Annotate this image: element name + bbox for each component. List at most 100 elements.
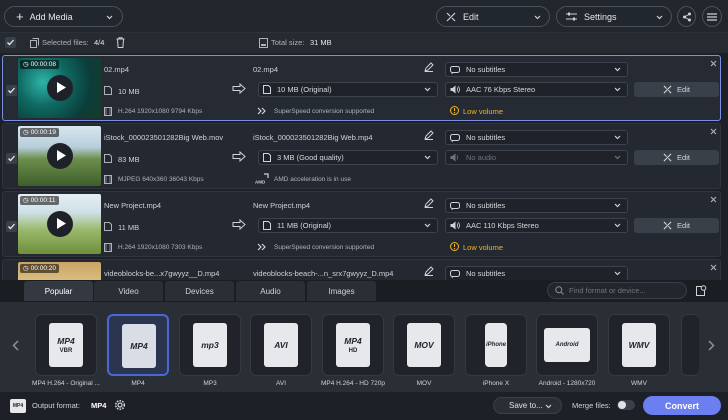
gear-icon[interactable] bbox=[114, 399, 126, 411]
convert-arrow-icon bbox=[232, 83, 246, 94]
tab-images[interactable]: Images bbox=[307, 281, 376, 301]
file-checkbox[interactable] bbox=[6, 85, 17, 96]
file-list: ◷ 00:00:08 02.mp4 10 MB H.264 1920x1080 9… bbox=[0, 53, 728, 280]
subtitles-dropdown[interactable]: No subtitles bbox=[445, 198, 628, 213]
chevron-down-icon bbox=[614, 271, 621, 276]
file-checkbox[interactable] bbox=[6, 153, 17, 164]
output-size-dropdown[interactable]: 11 MB (Original) bbox=[258, 218, 438, 233]
format-tile[interactable]: WMV bbox=[608, 314, 670, 376]
save-to-button[interactable]: Save to... bbox=[493, 397, 562, 414]
toggle-knob bbox=[618, 401, 626, 409]
share-button[interactable] bbox=[677, 6, 696, 27]
rename-pencil-icon[interactable] bbox=[424, 198, 434, 208]
add-media-button[interactable]: + Add Media bbox=[4, 6, 123, 27]
svg-text:AMD: AMD bbox=[255, 180, 266, 185]
settings-menu-label: Settings bbox=[584, 11, 617, 22]
checkmark-icon bbox=[8, 223, 15, 230]
output-file-name[interactable]: iStock_000023501282Big Web.mp4 bbox=[253, 133, 373, 142]
source-codec-info: H.264 1920x1080 9794 Kbps bbox=[118, 108, 203, 115]
audio-dropdown[interactable]: No audio bbox=[445, 150, 628, 165]
file-checkbox[interactable] bbox=[6, 221, 17, 232]
edit-file-button[interactable]: Edit bbox=[634, 82, 719, 97]
format-tile[interactable]: iPhone bbox=[465, 314, 527, 376]
convert-button[interactable]: Convert bbox=[643, 396, 721, 415]
rename-pencil-icon[interactable] bbox=[424, 62, 434, 72]
output-file-name[interactable]: 02.mp4 bbox=[253, 65, 278, 74]
format-tile[interactable]: MOV bbox=[393, 314, 455, 376]
checkmark-icon bbox=[7, 39, 14, 46]
clock-icon: ◷ bbox=[23, 265, 29, 272]
subtitles-dropdown[interactable]: No subtitles bbox=[445, 266, 628, 280]
output-file-name[interactable]: videoblocks-beach-...n_srx7gwyyz_D.mp4 bbox=[253, 269, 393, 278]
file-icon bbox=[263, 221, 271, 230]
format-tile[interactable]: MP4 bbox=[107, 314, 169, 376]
close-icon[interactable] bbox=[710, 128, 717, 135]
disk-icon bbox=[259, 38, 268, 48]
warning-icon bbox=[450, 106, 459, 115]
output-size-dropdown[interactable]: 10 MB (Original) bbox=[258, 82, 438, 97]
menu-button[interactable] bbox=[702, 6, 722, 27]
play-button[interactable] bbox=[47, 143, 73, 169]
checkmark-icon bbox=[8, 87, 15, 94]
video-thumbnail[interactable]: ◷ 00:00:08 bbox=[18, 58, 101, 118]
audio-dropdown[interactable]: AAC 110 Kbps Stereo bbox=[445, 218, 628, 233]
chevron-down-icon bbox=[614, 67, 621, 72]
chevron-down-icon bbox=[424, 223, 431, 228]
format-settings-icon[interactable] bbox=[696, 285, 707, 296]
edit-menu-button[interactable]: Edit bbox=[436, 6, 550, 27]
subtitles-dropdown[interactable]: No subtitles bbox=[445, 62, 628, 77]
tab-audio[interactable]: Audio bbox=[236, 281, 305, 301]
select-all-checkbox[interactable] bbox=[5, 37, 16, 48]
file-row[interactable]: ◷ 00:00:11 New Project.mp4 11 MB H.264 19… bbox=[2, 191, 721, 257]
close-icon[interactable] bbox=[710, 196, 717, 203]
acceleration-info: AMD acceleration is in use bbox=[274, 176, 351, 183]
output-format-value: MP4 bbox=[91, 401, 107, 410]
tab-devices[interactable]: Devices bbox=[165, 281, 234, 301]
subtitles-icon bbox=[450, 269, 460, 278]
edit-file-button[interactable]: Edit bbox=[634, 150, 719, 165]
tab-popular[interactable]: Popular bbox=[24, 281, 93, 301]
duration-badge: ◷ 00:00:19 bbox=[20, 128, 59, 137]
file-icon bbox=[104, 154, 112, 163]
format-tile[interactable]: MP4 VBR bbox=[35, 314, 97, 376]
settings-menu-button[interactable]: Settings bbox=[556, 6, 672, 27]
format-tile[interactable]: MP4 HD bbox=[322, 314, 384, 376]
tab-video[interactable]: Video bbox=[94, 281, 163, 301]
duration-badge: ◷ 00:00:08 bbox=[20, 60, 59, 69]
format-search[interactable] bbox=[547, 282, 687, 299]
source-file-name: iStock_000023501282Big Web.mov bbox=[104, 133, 224, 142]
chevron-down-icon bbox=[614, 135, 621, 140]
play-button[interactable] bbox=[47, 75, 73, 101]
audio-dropdown[interactable]: AAC 76 Kbps Stereo bbox=[445, 82, 628, 97]
acceleration-info: SuperSpeed conversion supported bbox=[274, 108, 375, 115]
format-label: MOV bbox=[416, 380, 432, 387]
video-thumbnail[interactable]: ◷ 00:00:20 bbox=[18, 262, 101, 280]
format-tile[interactable] bbox=[681, 314, 699, 376]
video-thumbnail[interactable]: ◷ 00:00:11 bbox=[18, 194, 101, 254]
close-icon[interactable] bbox=[710, 264, 717, 271]
source-file-size: 10 MB bbox=[118, 87, 140, 96]
chevron-left-icon[interactable] bbox=[12, 340, 19, 351]
format-tile[interactable]: AVI bbox=[250, 314, 312, 376]
subtitles-dropdown[interactable]: No subtitles bbox=[445, 130, 628, 145]
format-tile[interactable]: Android bbox=[536, 314, 598, 376]
chevron-right-icon[interactable] bbox=[708, 340, 715, 351]
merge-files-toggle[interactable] bbox=[617, 400, 635, 410]
video-thumbnail[interactable]: ◷ 00:00:19 bbox=[18, 126, 101, 186]
edit-file-button[interactable]: Edit bbox=[634, 218, 719, 233]
file-row[interactable]: ◷ 00:00:20 videoblocks-be...x7gwyyz__D.mp… bbox=[2, 259, 721, 280]
play-button[interactable] bbox=[47, 211, 73, 237]
rename-pencil-icon[interactable] bbox=[424, 266, 434, 276]
format-search-input[interactable] bbox=[569, 286, 684, 295]
format-tile[interactable]: mp3 bbox=[179, 314, 241, 376]
output-file-name[interactable]: New Project.mp4 bbox=[253, 201, 310, 210]
wmv-format-icon: WMV bbox=[622, 323, 656, 367]
file-row[interactable]: ◷ 00:00:19 iStock_000023501282Big Web.mov… bbox=[2, 123, 721, 189]
file-row[interactable]: ◷ 00:00:08 02.mp4 10 MB H.264 1920x1080 9… bbox=[2, 55, 721, 121]
format-icon-text: iPhone bbox=[485, 342, 506, 348]
play-icon bbox=[57, 150, 66, 161]
output-size-dropdown[interactable]: 3 MB (Good quality) bbox=[258, 150, 438, 165]
rename-pencil-icon[interactable] bbox=[424, 130, 434, 140]
close-icon[interactable] bbox=[710, 60, 717, 67]
trash-icon[interactable] bbox=[116, 37, 125, 48]
